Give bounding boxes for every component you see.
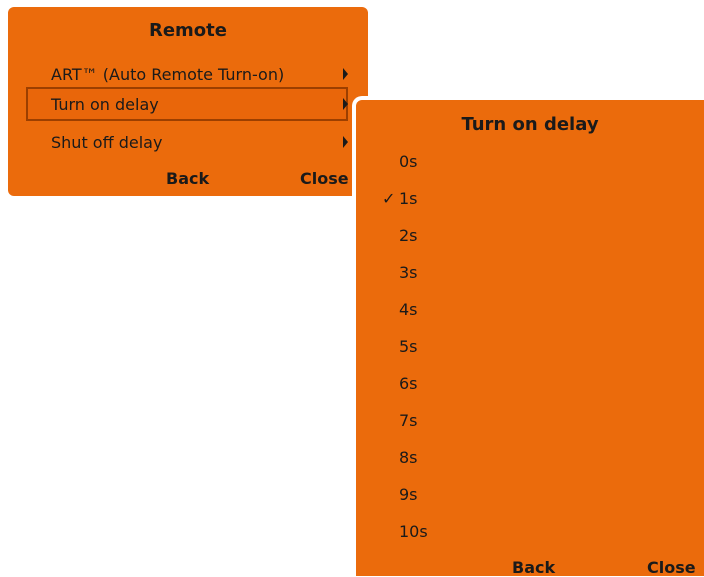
menu-item-art[interactable]: ART™ (Auto Remote Turn-on)	[26, 57, 348, 91]
delay-option-label: 2s	[399, 225, 418, 245]
remote-menu-title: Remote	[148, 20, 227, 41]
delay-option[interactable]: 10s	[356, 516, 696, 546]
menu-item-shut-off-delay[interactable]: Shut off delay	[26, 125, 348, 159]
delay-option-label: 3s	[399, 262, 418, 282]
checkmark-icon: ✓	[382, 188, 396, 208]
delay-option[interactable]: 5s	[356, 331, 696, 361]
menu-item-label: Turn on delay	[51, 94, 159, 114]
delay-option-label: 4s	[399, 299, 418, 319]
remote-menu-panel: Remote ART™ (Auto Remote Turn-on) Turn o…	[8, 7, 368, 196]
delay-option-label: 10s	[399, 521, 428, 541]
delay-option[interactable]: 9s	[356, 479, 696, 509]
delay-option[interactable]: 2s	[356, 220, 696, 250]
delay-option-label: 7s	[399, 410, 418, 430]
menu-item-label: ART™ (Auto Remote Turn-on)	[51, 64, 285, 84]
delay-option[interactable]: 7s	[356, 405, 696, 435]
delay-option-label: 6s	[399, 373, 418, 393]
back-button[interactable]: Back	[512, 558, 555, 577]
menu-item-label: Shut off delay	[51, 132, 163, 152]
turn-on-delay-title: Turn on delay	[461, 114, 599, 135]
delay-option-label: 8s	[399, 447, 418, 467]
delay-option-label: 9s	[399, 484, 418, 504]
close-button[interactable]: Close	[300, 169, 349, 188]
menu-item-turn-on-delay[interactable]: Turn on delay	[26, 87, 348, 121]
delay-option[interactable]: 8s	[356, 442, 696, 472]
delay-option[interactable]: 0s	[356, 146, 696, 176]
turn-on-delay-panel: Turn on delay 0s ✓ 1s 2s 3s 4s 5s 6s 7s …	[352, 96, 704, 577]
delay-option-label: 1s	[399, 188, 418, 208]
chevron-right-icon	[343, 68, 348, 80]
chevron-right-icon	[343, 98, 348, 110]
delay-option-label: 5s	[399, 336, 418, 356]
close-button[interactable]: Close	[647, 558, 696, 577]
back-button[interactable]: Back	[166, 169, 209, 188]
delay-option[interactable]: 3s	[356, 257, 696, 287]
delay-option[interactable]: ✓ 1s	[356, 183, 696, 213]
delay-option-label: 0s	[399, 151, 418, 171]
delay-option[interactable]: 4s	[356, 294, 696, 324]
chevron-right-icon	[343, 136, 348, 148]
delay-option[interactable]: 6s	[356, 368, 696, 398]
